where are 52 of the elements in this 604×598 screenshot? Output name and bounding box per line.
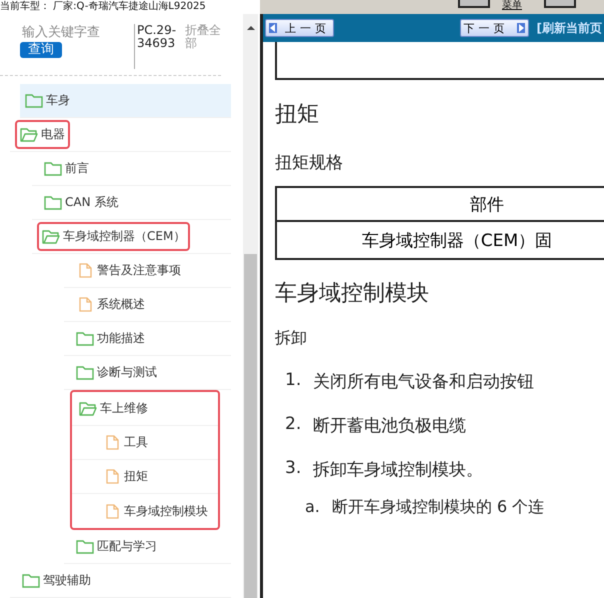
tree-item[interactable]: CAN 系统	[39, 188, 124, 217]
step-number: 2.	[285, 414, 302, 436]
tree-item[interactable]: 车身域控制模块	[98, 496, 213, 526]
step-text: 断开车身域控制模块的 6 个连	[332, 497, 544, 518]
folder-icon	[79, 401, 97, 416]
tree-item[interactable]: 车上维修	[74, 394, 153, 423]
previous-page-button[interactable]: 上一页	[265, 19, 334, 37]
column-header: 部件	[276, 187, 604, 221]
tree-item[interactable]: 诊断与测试	[71, 358, 162, 387]
folder-icon	[76, 365, 94, 380]
refresh-link[interactable]: [刷新当前页	[536, 20, 602, 36]
tree-item[interactable]: 功能描述	[71, 324, 150, 353]
tree-item[interactable]: 电器	[15, 120, 70, 149]
section-heading: 车身域控制模块	[275, 280, 430, 308]
step-number: 1.	[285, 370, 302, 392]
folder-icon	[44, 161, 62, 176]
scrollbar[interactable]	[243, 14, 258, 598]
tree-item[interactable]: 驾驶辅助	[17, 566, 96, 595]
left-arrow-icon	[269, 23, 277, 33]
folder-icon	[22, 573, 40, 588]
procedure-heading: 拆卸	[275, 328, 308, 349]
subheading: 扭矩规格	[275, 152, 344, 174]
step-letter: a.	[305, 497, 320, 518]
folder-icon	[20, 127, 38, 142]
tree-item[interactable]: 警告及注意事项	[71, 256, 186, 285]
next-page-button[interactable]: 下一页	[460, 19, 529, 37]
tree-item[interactable]: 工具	[98, 428, 153, 457]
folder-icon	[25, 93, 43, 108]
tree-item[interactable]: 车身域控制器（CEM）	[37, 222, 190, 251]
section-heading: 扭矩	[275, 101, 320, 129]
step-number: 3.	[285, 458, 302, 480]
tree-item[interactable]: 前言	[39, 154, 94, 183]
toolbar-button-icon[interactable]	[458, 0, 490, 8]
folder-icon	[44, 195, 62, 210]
folder-icon	[42, 229, 60, 244]
step-text: 断开蓄电池负极电缆	[313, 415, 466, 437]
tree-item[interactable]: 匹配与学习	[71, 532, 162, 561]
tree-item[interactable]: 系统概述	[71, 290, 150, 319]
step-text: 关闭所有电气设备和启动按钮	[313, 371, 534, 393]
folder-icon	[76, 539, 94, 554]
vehicle-info: 当前车型： 厂家:Q-奇瑞汽车捷途山海L92025	[0, 0, 207, 14]
folder-icon	[76, 331, 94, 346]
scroll-thumb[interactable]	[244, 254, 257, 598]
menu-link[interactable]: 菜单	[502, 0, 522, 11]
step-text: 拆卸车身域控制模块。	[313, 459, 484, 481]
right-arrow-icon	[516, 23, 525, 33]
table-cell: 车身域控制器（CEM）固	[276, 221, 604, 259]
scroll-up-icon[interactable]	[246, 24, 256, 32]
toolbar-button-icon[interactable]	[544, 0, 576, 8]
search-button[interactable]: 查询	[20, 42, 62, 58]
tree-item[interactable]: 扭矩	[98, 462, 153, 491]
code-label: PC.29-34693	[134, 24, 183, 69]
